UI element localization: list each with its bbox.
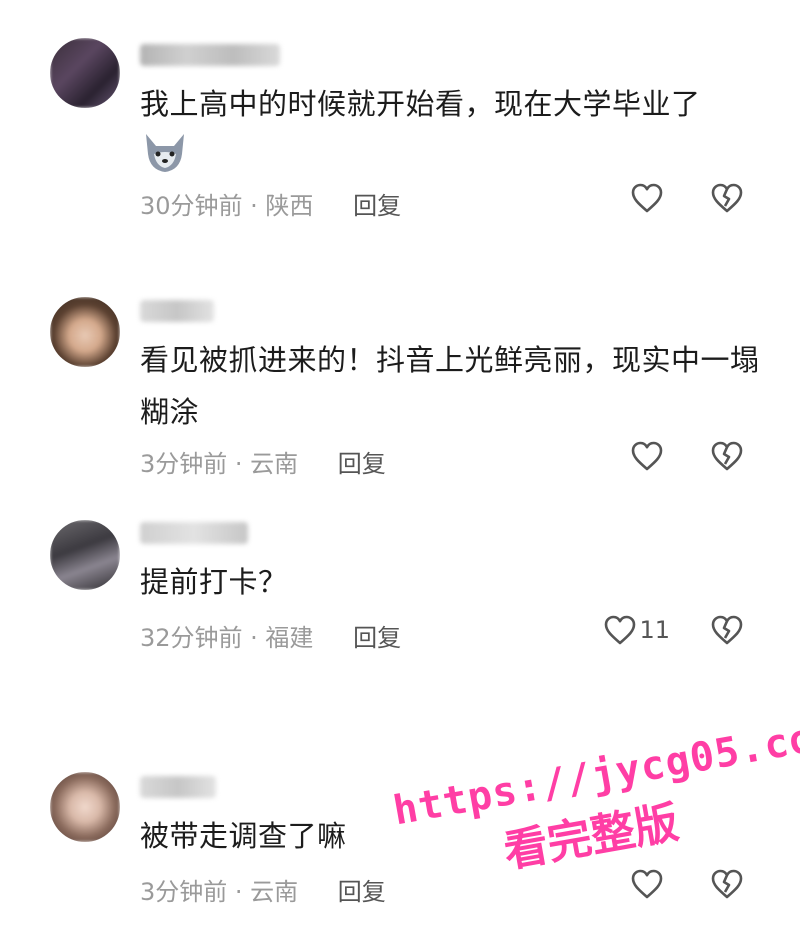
- heart-outline-icon: [631, 183, 663, 213]
- comment-meta: 3分钟前 · 云南 回复: [140, 872, 386, 907]
- avatar[interactable]: [50, 38, 120, 108]
- time-location: 30分钟前 · 陕西: [140, 192, 314, 220]
- dislike-button[interactable]: [710, 182, 744, 214]
- avatar[interactable]: [50, 520, 120, 590]
- time-location: 32分钟前 · 福建: [140, 624, 314, 652]
- comment-meta: 30分钟前 · 陕西 回复: [140, 186, 401, 221]
- wolf-face-emoji-icon: [140, 130, 190, 174]
- comment-actions: [630, 182, 744, 214]
- comment-text: 我上高中的时候就开始看，现在大学毕业了: [140, 87, 701, 121]
- watermark: https://jycg05.com 看完整版: [390, 711, 800, 937]
- broken-heart-icon: [711, 615, 743, 645]
- like-count: 11: [639, 616, 670, 644]
- comment-text: 看见被抓进来的！抖音上光鲜亮丽，现实中一塌糊涂: [140, 343, 760, 429]
- reply-button[interactable]: 回复: [338, 878, 386, 906]
- broken-heart-icon: [711, 441, 743, 471]
- broken-heart-icon: [711, 183, 743, 213]
- reply-button[interactable]: 回复: [353, 624, 401, 652]
- time-location: 3分钟前 · 云南: [140, 450, 299, 478]
- comment-meta: 3分钟前 · 云南 回复: [140, 444, 386, 479]
- time-location: 3分钟前 · 云南: [140, 878, 299, 906]
- comment-meta: 32分钟前 · 福建 回复: [140, 618, 401, 653]
- username-blurred[interactable]: [140, 776, 216, 798]
- dislike-button[interactable]: [710, 440, 744, 472]
- like-button[interactable]: 11: [603, 614, 670, 646]
- reply-button[interactable]: 回复: [353, 192, 401, 220]
- heart-outline-icon: [605, 615, 636, 645]
- like-button[interactable]: [630, 182, 666, 214]
- avatar[interactable]: [50, 772, 120, 842]
- reply-button[interactable]: 回复: [338, 450, 386, 478]
- dislike-button[interactable]: [710, 614, 744, 646]
- username-blurred[interactable]: [140, 44, 280, 66]
- comment-actions: 11: [603, 614, 744, 646]
- avatar[interactable]: [50, 297, 120, 367]
- comment-actions: [630, 440, 744, 472]
- username-blurred[interactable]: [140, 522, 248, 544]
- username-blurred[interactable]: [140, 300, 214, 322]
- heart-outline-icon: [631, 441, 663, 471]
- comment-text: 提前打卡？: [140, 565, 288, 599]
- like-button[interactable]: [630, 440, 666, 472]
